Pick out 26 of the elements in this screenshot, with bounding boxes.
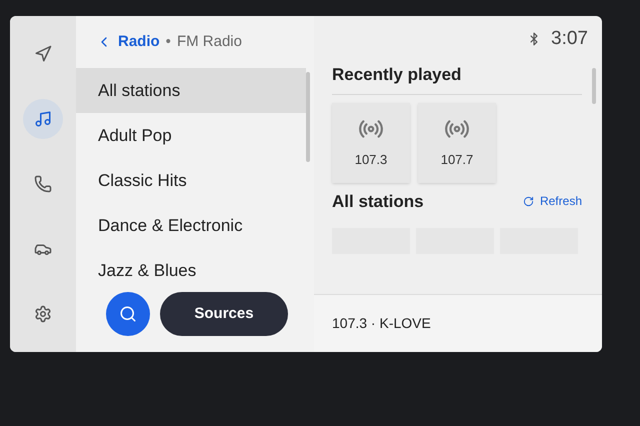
refresh-button[interactable]: Refresh bbox=[522, 192, 582, 210]
phone-icon bbox=[34, 175, 52, 193]
category-item[interactable]: Dance & Electronic bbox=[76, 203, 314, 248]
category-item[interactable]: Jazz & Blues bbox=[76, 248, 314, 293]
breadcrumb-label: FM Radio bbox=[176, 32, 242, 52]
search-button[interactable] bbox=[106, 292, 150, 336]
music-icon bbox=[34, 110, 52, 128]
category-item[interactable]: Classic Hits bbox=[76, 158, 314, 203]
clock: 3:07 bbox=[551, 26, 588, 51]
sources-button[interactable]: Sources bbox=[160, 292, 288, 336]
settings-icon bbox=[34, 305, 52, 323]
breadcrumb-separator: • bbox=[166, 32, 171, 52]
now-playing-bar[interactable]: 107.3 · K-LOVE bbox=[314, 294, 602, 352]
search-icon bbox=[119, 305, 137, 323]
music-nav-button[interactable] bbox=[23, 99, 63, 139]
navigation-icon bbox=[34, 45, 52, 63]
section-title: All stations bbox=[332, 190, 424, 212]
category-item[interactable]: All stations bbox=[76, 68, 306, 113]
category-item[interactable]: Adult Pop bbox=[76, 113, 314, 158]
station-card[interactable]: 107.3 bbox=[332, 102, 410, 182]
station-card[interactable]: 107.7 bbox=[418, 102, 496, 182]
refresh-icon bbox=[522, 196, 534, 207]
scrollbar bbox=[592, 68, 596, 104]
section-title: Recently played bbox=[332, 62, 582, 94]
radio-link[interactable]: Radio bbox=[118, 30, 160, 54]
now-playing-text: 107.3 · K-LOVE bbox=[332, 314, 431, 333]
